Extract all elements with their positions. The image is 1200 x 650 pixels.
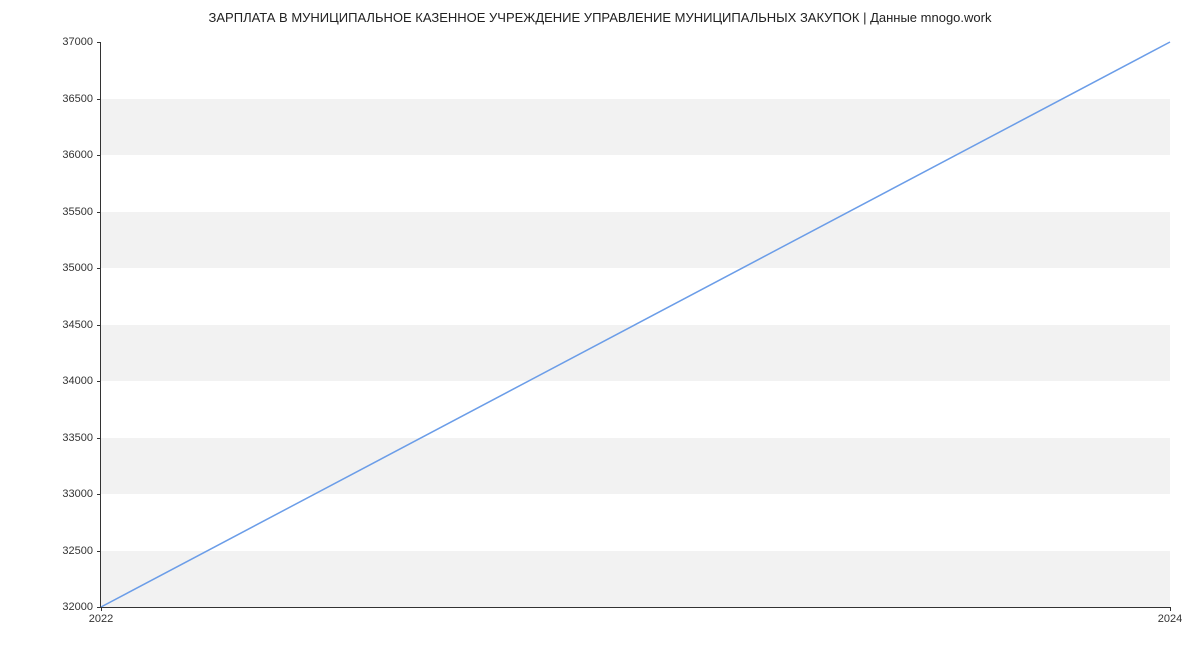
y-tick-mark (97, 325, 101, 326)
data-series-line (101, 42, 1170, 607)
y-tick-mark (97, 438, 101, 439)
y-tick-label: 34000 (62, 375, 101, 387)
y-tick-label: 35000 (62, 262, 101, 274)
y-tick-mark (97, 494, 101, 495)
y-tick-mark (97, 42, 101, 43)
y-tick-mark (97, 268, 101, 269)
x-tick-mark (1170, 607, 1171, 611)
y-tick-label: 32500 (62, 545, 101, 557)
x-tick-mark (101, 607, 102, 611)
y-tick-label: 33000 (62, 488, 101, 500)
y-tick-label: 37000 (62, 36, 101, 48)
y-tick-label: 34500 (62, 319, 101, 331)
line-plot (101, 42, 1170, 607)
y-tick-mark (97, 551, 101, 552)
y-tick-mark (97, 99, 101, 100)
y-tick-label: 35500 (62, 206, 101, 218)
y-tick-mark (97, 212, 101, 213)
chart-container: ЗАРПЛАТА В МУНИЦИПАЛЬНОЕ КАЗЕННОЕ УЧРЕЖД… (0, 0, 1200, 650)
chart-title: ЗАРПЛАТА В МУНИЦИПАЛЬНОЕ КАЗЕННОЕ УЧРЕЖД… (0, 0, 1200, 25)
y-tick-mark (97, 381, 101, 382)
y-tick-label: 36500 (62, 93, 101, 105)
y-tick-label: 33500 (62, 432, 101, 444)
plot-area: 3200032500330003350034000345003500035500… (100, 42, 1170, 608)
y-tick-label: 36000 (62, 149, 101, 161)
y-tick-mark (97, 155, 101, 156)
